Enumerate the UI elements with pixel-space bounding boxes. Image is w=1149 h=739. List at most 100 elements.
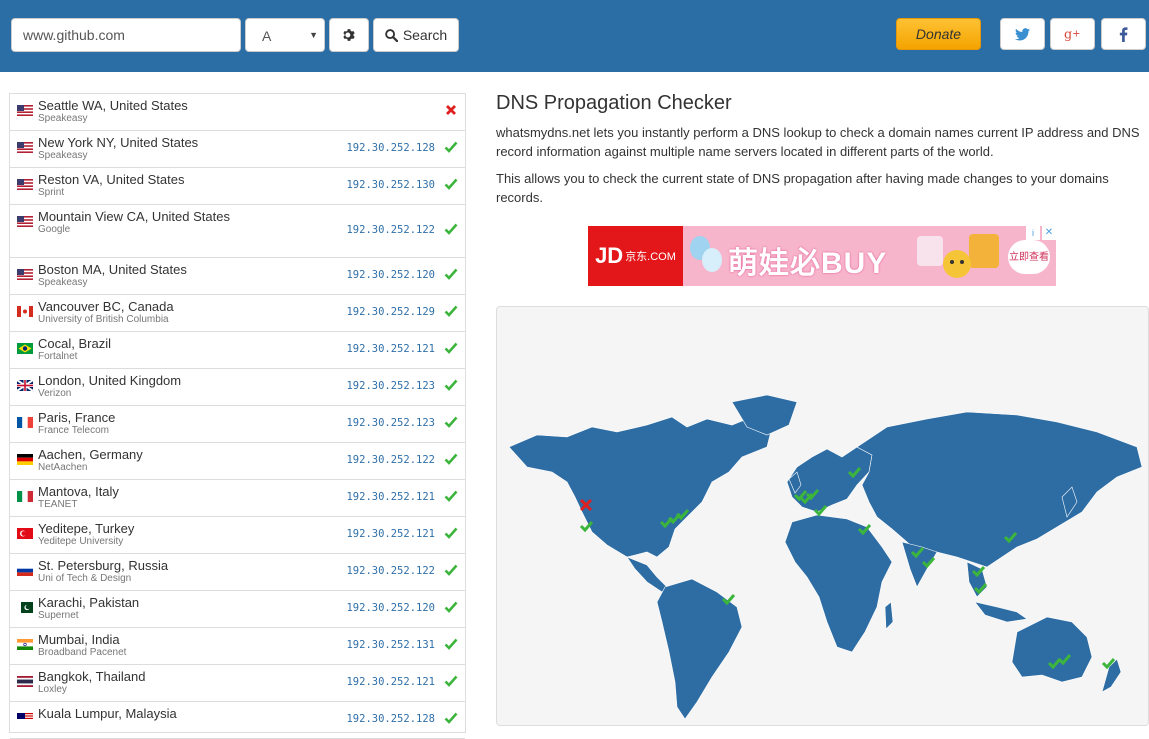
result-location: Seattle WA, United States: [38, 98, 188, 113]
result-provider: University of British Columbia: [38, 314, 169, 325]
facebook-share-button[interactable]: [1101, 18, 1146, 50]
check-icon: [444, 564, 458, 576]
ad-logo: JD 京东.COM: [588, 226, 683, 286]
result-row[interactable]: New York NY, United States Speakeasy 192.3…: [10, 131, 465, 168]
result-location: London, United Kingdom: [38, 373, 182, 388]
result-ip[interactable]: 192.30.252.121: [346, 491, 435, 503]
result-row[interactable]: Seattle WA, United States Speakeasy: [10, 94, 465, 131]
flag-us-icon: [17, 142, 33, 153]
result-row[interactable]: Mantova, Italy TEANET 192.30.252.121: [10, 480, 465, 517]
result-ip[interactable]: 192.30.252.129: [346, 306, 435, 318]
result-provider: Uni of Tech & Design: [38, 573, 132, 584]
flag-my-icon: [17, 713, 33, 724]
result-provider: Fortalnet: [38, 351, 78, 362]
donate-button[interactable]: Donate: [896, 18, 981, 50]
domain-input[interactable]: [11, 18, 241, 52]
kids-clothing-image: [917, 234, 999, 278]
world-map: [496, 306, 1149, 726]
ad-cta[interactable]: 立即查看: [1008, 240, 1050, 274]
result-provider: Google: [38, 224, 71, 235]
result-row[interactable]: Karachi, Pakistan Supernet 192.30.252.120: [10, 591, 465, 628]
google-plus-icon: g +: [1064, 28, 1080, 42]
result-ip[interactable]: 192.30.252.122: [346, 565, 435, 577]
map-marker-ok: [721, 594, 736, 606]
result-provider: Sprint: [38, 187, 65, 198]
record-type-select[interactable]: A ▼: [245, 18, 325, 52]
result-row[interactable]: Cocal, Brazil Fortalnet 192.30.252.121: [10, 332, 465, 369]
result-ip[interactable]: 192.30.252.130: [346, 179, 435, 191]
result-row[interactable]: Mountain View CA, United States Google 192…: [10, 205, 465, 258]
result-row[interactable]: St. Petersburg, Russia Uni of Tech & Desi…: [10, 554, 465, 591]
flag-fr-icon: [17, 417, 33, 428]
flag-ca-icon: [17, 306, 33, 317]
google-plus-share-button[interactable]: g +: [1050, 18, 1095, 50]
flag-ru-icon: [17, 565, 33, 576]
check-icon: [444, 141, 458, 153]
result-location: Mantova, Italy: [38, 484, 119, 499]
result-ip[interactable]: 192.30.252.121: [346, 528, 435, 540]
result-location: Paris, France: [38, 410, 116, 425]
flag-us-icon: [17, 216, 33, 227]
chevron-down-icon: ▼: [309, 30, 318, 40]
result-row[interactable]: Boston MA, United States Speakeasy 192.30.…: [10, 258, 465, 295]
result-location: St. Petersburg, Russia: [38, 558, 169, 573]
result-row[interactable]: Aachen, Germany NetAachen 192.30.252.122: [10, 443, 465, 480]
check-icon: [444, 268, 458, 280]
result-provider: Supernet: [38, 610, 79, 621]
check-icon: [444, 453, 458, 465]
twitter-icon: [1015, 27, 1030, 40]
flag-tr-icon: [17, 528, 33, 539]
flag-us-icon: [17, 179, 33, 190]
flag-us-icon: [17, 269, 33, 280]
check-icon: [444, 416, 458, 428]
result-location: Mountain View CA, United States: [38, 209, 230, 224]
result-ip[interactable]: 192.30.252.131: [346, 639, 435, 651]
result-location: Yeditepe, Turkey: [38, 521, 135, 536]
donate-label: Donate: [915, 26, 962, 42]
intro-text: whatsmydns.net lets you instantly perfor…: [496, 125, 1140, 159]
check-icon: [444, 638, 458, 650]
cross-icon: [446, 105, 456, 115]
result-provider: Speakeasy: [38, 113, 88, 124]
result-row[interactable]: Paris, France France Telecom 192.30.252.12…: [10, 406, 465, 443]
result-provider: Yeditepe University: [38, 536, 124, 547]
result-ip[interactable]: 192.30.252.120: [346, 269, 435, 281]
search-button[interactable]: Search: [373, 18, 459, 52]
result-ip[interactable]: 192.30.252.121: [346, 343, 435, 355]
ad-headline: 萌娃必BUY: [728, 247, 888, 280]
result-provider: France Telecom: [38, 425, 109, 436]
result-location: Kuala Lumpur, Malaysia: [38, 706, 177, 721]
result-row[interactable]: Bangkok, Thailand Loxley 192.30.252.121: [10, 665, 465, 702]
result-ip[interactable]: 192.30.252.128: [346, 713, 435, 725]
balloons-image: [690, 236, 722, 272]
result-row[interactable]: Vancouver BC, Canada University of Britis…: [10, 295, 465, 332]
flag-th-icon: [17, 676, 33, 687]
result-ip[interactable]: 192.30.252.120: [346, 602, 435, 614]
flag-de-icon: [17, 454, 33, 465]
flag-in-icon: [17, 639, 33, 650]
result-ip[interactable]: 192.30.252.121: [346, 676, 435, 688]
result-row[interactable]: Mumbai, India Broadband Pacenet 192.30.252…: [10, 628, 465, 665]
facebook-icon: [1119, 26, 1128, 42]
record-type-value: A: [262, 28, 272, 44]
twitter-share-button[interactable]: [1000, 18, 1045, 50]
result-ip[interactable]: 192.30.252.128: [346, 142, 435, 154]
flag-it-icon: [17, 491, 33, 502]
result-row[interactable]: Yeditepe, Turkey Yeditepe University 192.3…: [10, 517, 465, 554]
ad-info-icon[interactable]: i: [1026, 226, 1040, 240]
result-row[interactable]: Reston VA, United States Sprint 192.30.252…: [10, 168, 465, 205]
result-ip[interactable]: 192.30.252.122: [346, 224, 435, 236]
flag-us-icon: [17, 105, 33, 116]
result-row[interactable]: Kuala Lumpur, Malaysia 192.30.252.128: [10, 702, 465, 739]
result-ip[interactable]: 192.30.252.123: [346, 417, 435, 429]
result-row[interactable]: London, United Kingdom Verizon 192.30.252.…: [10, 369, 465, 406]
result-location: Aachen, Germany: [38, 447, 143, 462]
settings-button[interactable]: [329, 18, 369, 52]
result-ip[interactable]: 192.30.252.122: [346, 454, 435, 466]
search-label: Search: [402, 27, 448, 43]
result-location: New York NY, United States: [38, 135, 199, 150]
check-icon: [444, 675, 458, 687]
ad-close-icon[interactable]: ✕: [1042, 226, 1056, 240]
advertisement-banner[interactable]: JD 京东.COM 萌娃必BUY 立即查看 i ✕: [588, 226, 1056, 286]
result-ip[interactable]: 192.30.252.123: [346, 380, 435, 392]
